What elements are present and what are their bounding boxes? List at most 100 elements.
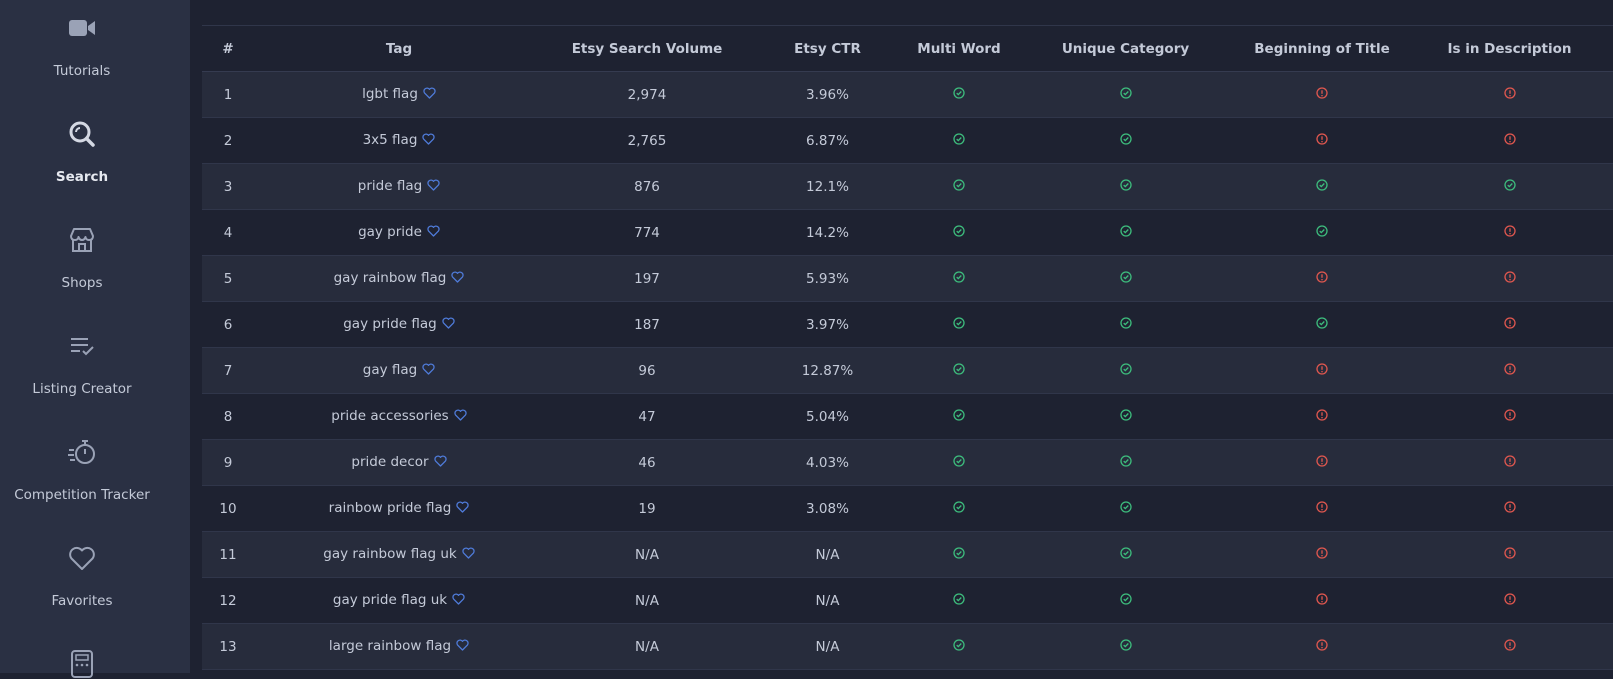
favorite-heart-icon[interactable] (422, 133, 436, 149)
header-tag[interactable]: Tag (254, 26, 544, 72)
tag-text[interactable]: pride accessories (331, 408, 448, 424)
check-circle-icon (1316, 224, 1328, 241)
favorite-heart-icon[interactable] (433, 455, 447, 471)
sidebar-item-favorites[interactable]: Favorites (0, 543, 164, 609)
table-row: 5 gay rainbow flag 197 5.93% (202, 255, 1613, 302)
beginning-of-title-cell (1238, 623, 1406, 670)
ctr-cell: N/A (750, 531, 905, 578)
tag-text[interactable]: pride decor (351, 454, 428, 470)
unique-category-cell (1013, 623, 1238, 670)
check-circle-icon (1316, 178, 1328, 195)
tag-cell: gay pride (254, 209, 544, 256)
ctr-cell: N/A (750, 577, 905, 624)
unique-category-cell (1013, 439, 1238, 486)
header-ctr[interactable]: Etsy CTR (750, 26, 905, 72)
tag-text[interactable]: large rainbow flag (329, 638, 451, 654)
sidebar-item-shops[interactable]: Shops (0, 225, 164, 291)
tag-cell: gay pride flag (254, 301, 544, 348)
favorite-heart-icon[interactable] (462, 547, 475, 563)
favorite-heart-icon[interactable] (427, 225, 440, 241)
sidebar-item-search[interactable]: Search (0, 119, 164, 185)
header-multi-word[interactable]: Multi Word (905, 26, 1013, 72)
favorite-heart-icon[interactable] (423, 87, 436, 103)
favorite-heart-icon[interactable] (452, 593, 465, 609)
sidebar-item-listing-creator[interactable]: Listing Creator (0, 331, 164, 397)
alert-circle-icon (1316, 86, 1328, 103)
tag-text[interactable]: gay flag (363, 362, 417, 378)
header-search-volume[interactable]: Etsy Search Volume (544, 26, 750, 72)
beginning-of-title-cell (1238, 439, 1406, 486)
header-beginning-of-title[interactable]: Beginning of Title (1238, 26, 1406, 72)
in-description-cell (1406, 439, 1613, 486)
unique-category-cell (1013, 117, 1238, 164)
sidebar-item-calculator[interactable] (0, 649, 164, 679)
sidebar-item-competition-tracker[interactable]: Competition Tracker (0, 437, 164, 503)
calculator-icon (67, 649, 97, 679)
row-number: 10 (202, 485, 254, 532)
ctr-cell: 3.96% (750, 71, 905, 118)
favorite-heart-icon[interactable] (456, 639, 469, 655)
tag-cell: gay flag (254, 347, 544, 394)
favorite-heart-icon[interactable] (456, 501, 469, 517)
search-volume-cell: 2,974 (544, 71, 750, 118)
check-circle-icon (1119, 132, 1132, 149)
tag-text[interactable]: gay pride flag uk (333, 592, 447, 608)
unique-category-cell (1013, 209, 1238, 256)
favorite-heart-icon[interactable] (422, 363, 435, 379)
alert-circle-icon (1503, 454, 1516, 471)
row-number: 6 (202, 301, 254, 348)
ctr-cell: 3.97% (750, 301, 905, 348)
unique-category-cell (1013, 531, 1238, 578)
ctr-cell: 12.1% (750, 163, 905, 210)
beginning-of-title-cell (1238, 301, 1406, 348)
sidebar-item-label: Shops (61, 275, 103, 291)
beginning-of-title-cell (1238, 485, 1406, 532)
tag-text[interactable]: gay rainbow flag uk (323, 546, 456, 562)
tag-text[interactable]: gay pride flag (343, 316, 437, 332)
tag-cell: large rainbow flag (254, 623, 544, 670)
ctr-cell: 12.87% (750, 347, 905, 394)
ctr-cell: 3.08% (750, 485, 905, 532)
row-number: 7 (202, 347, 254, 394)
multi-word-cell (905, 255, 1013, 302)
favorite-heart-icon[interactable] (442, 317, 455, 333)
beginning-of-title-cell (1238, 71, 1406, 118)
multi-word-cell (905, 301, 1013, 348)
in-description-cell (1406, 531, 1613, 578)
alert-circle-icon (1503, 592, 1516, 609)
favorite-heart-icon[interactable] (451, 271, 465, 287)
video-camera-icon (67, 13, 97, 43)
alert-circle-icon (1316, 408, 1328, 425)
tag-cell: pride accessories (254, 393, 544, 440)
alert-circle-icon (1316, 500, 1328, 517)
alert-circle-icon (1316, 546, 1328, 563)
header-number[interactable]: # (202, 26, 254, 72)
header-unique-category[interactable]: Unique Category (1013, 26, 1238, 72)
sidebar-item-label: Favorites (51, 593, 113, 609)
search-volume-cell: N/A (544, 577, 750, 624)
multi-word-cell (905, 71, 1013, 118)
multi-word-cell (905, 485, 1013, 532)
unique-category-cell (1013, 301, 1238, 348)
check-circle-icon (1503, 178, 1516, 195)
beginning-of-title-cell (1238, 393, 1406, 440)
ctr-cell: 14.2% (750, 209, 905, 256)
tag-text[interactable]: pride flag (358, 178, 422, 194)
tag-text[interactable]: lgbt flag (362, 86, 418, 102)
ctr-cell: 4.03% (750, 439, 905, 486)
favorite-heart-icon[interactable] (454, 409, 467, 425)
tag-text[interactable]: gay pride (358, 224, 422, 240)
header-in-description[interactable]: Is in Description (1406, 26, 1613, 72)
tag-cell: 3x5 flag (254, 117, 544, 164)
sidebar-item-tutorials[interactable]: Tutorials (0, 13, 164, 79)
search-volume-cell: 876 (544, 163, 750, 210)
unique-category-cell (1013, 485, 1238, 532)
favorite-heart-icon[interactable] (427, 179, 440, 195)
check-circle-icon (1119, 86, 1132, 103)
tag-text[interactable]: 3x5 flag (363, 132, 418, 148)
in-description-cell (1406, 301, 1613, 348)
tag-text[interactable]: gay rainbow flag (334, 270, 447, 286)
check-circle-icon (1316, 316, 1328, 333)
tag-text[interactable]: rainbow pride flag (329, 500, 452, 516)
multi-word-cell (905, 623, 1013, 670)
